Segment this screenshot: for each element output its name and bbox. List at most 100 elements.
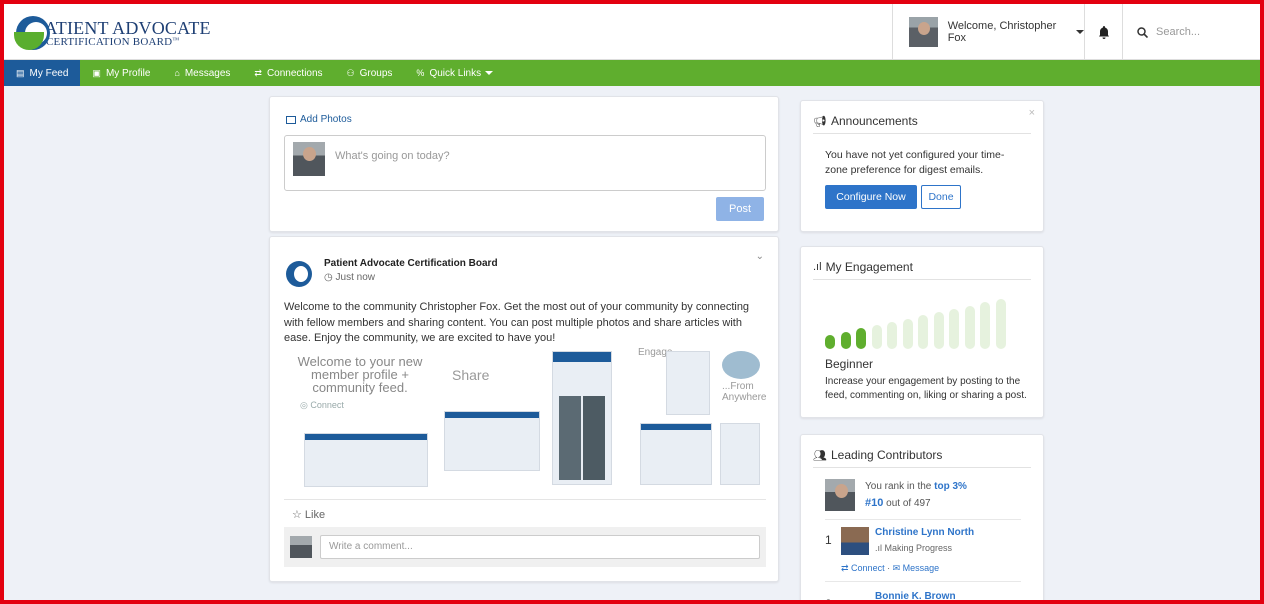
chevron-down-icon <box>485 71 494 75</box>
engagement-step <box>902 318 913 349</box>
contributor-level: .ıl Making Progress <box>875 543 952 553</box>
signal-bars-icon: .ıl <box>875 543 885 553</box>
post-image-2[interactable]: Share <box>440 351 550 487</box>
image-connect-text: Connect <box>310 400 344 410</box>
post-composer: Add Photos What's going on today? Post <box>269 96 779 232</box>
like-button[interactable]: ☆ Like <box>292 508 325 521</box>
contributor-avatar[interactable] <box>845 595 865 600</box>
post-image-4[interactable]: Engage ...From Anywhere <box>638 347 766 487</box>
contributor-rank: 1 <box>825 533 832 547</box>
image-circle-photo <box>722 351 760 379</box>
nav-messages[interactable]: ⌂ Messages <box>162 60 242 86</box>
contributor-name[interactable]: Bonnie K. Brown <box>875 591 956 600</box>
engagement-step <box>933 312 944 349</box>
inbox-icon: ⌂ <box>174 68 180 78</box>
image-mock-screen <box>304 433 428 487</box>
rank-suffix: out of 497 <box>886 498 931 509</box>
post-image-1[interactable]: Welcome to your new member profile + com… <box>290 351 430 487</box>
search-box[interactable]: Search... <box>1122 4 1260 60</box>
header-right: Welcome, Christopher Fox Search... <box>892 4 1260 60</box>
notifications-button[interactable] <box>1084 4 1122 60</box>
post-options-chevron-icon[interactable]: ⌄ <box>756 251 764 262</box>
divider <box>825 581 1021 582</box>
nav-groups[interactable]: ⚇ Groups <box>335 60 405 86</box>
bell-icon <box>1098 25 1109 39</box>
engagement-step <box>887 321 897 349</box>
clock-icon: ◷ <box>324 272 336 283</box>
user-avatar <box>290 536 312 558</box>
search-input[interactable]: Search... <box>1156 26 1200 38</box>
nav-my-feed[interactable]: ▤ My Feed <box>4 60 81 86</box>
widget-title: 👥︎ Leading Contributors <box>813 448 942 462</box>
message-link[interactable]: ✉ Message <box>893 563 940 573</box>
divider <box>825 519 1021 520</box>
divider <box>813 467 1031 468</box>
site-logo[interactable]: PATIENT ADVOCATE CERTIFICATION BOARD™ <box>14 12 211 54</box>
rank-summary: You rank in the top 3% #10 out of 497 <box>865 479 967 512</box>
user-menu[interactable]: Welcome, Christopher Fox <box>892 4 1084 60</box>
post-image-3[interactable] <box>552 351 626 487</box>
contributor-avatar[interactable] <box>841 527 869 555</box>
engagement-widget: .ıl My Engagement Beginner Increase your … <box>800 246 1044 418</box>
feed-post: Patient Advocate Certification Board ◷ J… <box>269 236 779 582</box>
message-label: Message <box>902 563 940 573</box>
leading-contributors-widget: 👥︎ Leading Contributors You rank in the t… <box>800 434 1044 604</box>
compose-placeholder: What's going on today? <box>335 150 450 162</box>
like-label: Like <box>304 509 326 521</box>
contributor-actions: ⇄ Connect · ✉ Message <box>841 563 940 573</box>
comment-input[interactable]: Write a comment... <box>320 535 760 559</box>
configure-now-button[interactable]: Configure Now <box>825 185 917 209</box>
image-anywhere-text: ...From Anywhere <box>722 381 767 403</box>
feed-icon: ▤ <box>16 67 25 78</box>
contributor-name[interactable]: Christine Lynn North <box>875 527 974 538</box>
author-avatar <box>286 261 312 287</box>
add-photos-link[interactable]: Add Photos <box>286 114 352 125</box>
nav-my-profile[interactable]: ▣ My Profile <box>80 60 162 86</box>
user-avatar <box>293 142 325 176</box>
widget-title: 📢︎ Announcements <box>813 114 918 128</box>
image-share-text: Share <box>452 367 490 383</box>
envelope-icon: ✉ <box>892 563 903 573</box>
engagement-step <box>980 302 990 349</box>
image-mock-screen <box>666 351 710 415</box>
connect-icon: ◎ <box>300 400 311 410</box>
connections-icon: ⇄ <box>254 67 262 78</box>
signal-bars-icon: .ıl <box>813 261 822 273</box>
post-image-gallery[interactable]: Welcome to your new member profile + com… <box>290 347 766 487</box>
connect-link[interactable]: ⇄ Connect <box>841 563 885 573</box>
post-button[interactable]: Post <box>716 197 764 221</box>
add-photos-label: Add Photos <box>300 114 352 125</box>
engagement-step <box>840 331 851 349</box>
engagement-step <box>995 299 1006 349</box>
logo-line-1: PATIENT ADVOCATE <box>36 17 211 38</box>
compose-textarea[interactable]: What's going on today? <box>284 135 766 191</box>
widget-title: .ıl My Engagement <box>813 260 913 274</box>
engagement-step <box>918 315 928 349</box>
search-icon <box>1137 26 1148 38</box>
logo-trademark: ™ <box>172 35 180 44</box>
rank-number: #10 <box>865 497 884 509</box>
nav-label: Messages <box>184 67 231 79</box>
close-icon[interactable]: × <box>1029 107 1035 119</box>
nav-quick-links[interactable]: % Quick Links <box>404 60 505 86</box>
nav-label: Groups <box>359 67 393 79</box>
image-mock-screen <box>640 423 712 485</box>
nav-label: My Feed <box>29 67 69 79</box>
contributor-rank: 2 <box>825 597 832 604</box>
megaphone-icon: 📢︎ <box>813 115 827 128</box>
main-nav: ▤ My Feed ▣ My Profile ⌂ Messages ⇄ Connecti… <box>4 60 1260 86</box>
nav-connections[interactable]: ⇄ Connections <box>242 60 334 86</box>
done-button[interactable]: Done <box>921 185 961 209</box>
nav-label: Connections <box>266 67 323 79</box>
top-header: PATIENT ADVOCATE CERTIFICATION BOARD™ We… <box>4 4 1260 60</box>
divider <box>813 279 1031 280</box>
chevron-down-icon <box>1076 30 1084 34</box>
post-author[interactable]: Patient Advocate Certification Board <box>324 258 498 269</box>
image-mock-screen <box>444 411 540 471</box>
post-time: ◷ Just now <box>324 272 375 283</box>
profile-icon: ▣ <box>92 67 101 78</box>
engagement-level: Beginner <box>825 357 874 371</box>
screenshot-frame: PATIENT ADVOCATE CERTIFICATION BOARD™ We… <box>0 0 1264 604</box>
engagement-step <box>964 305 975 349</box>
announcement-text: You have not yet configured your time-zo… <box>825 149 1005 176</box>
